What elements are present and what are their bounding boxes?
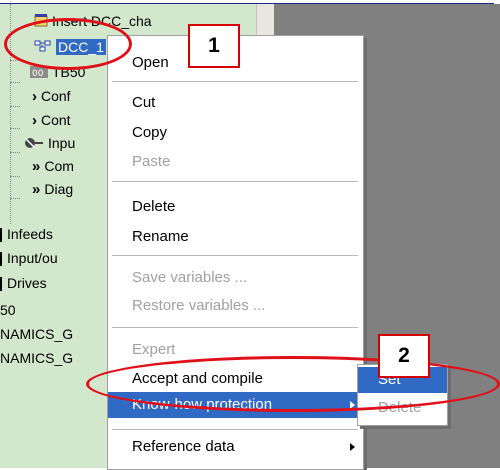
menu-item-save-variables[interactable]: Save variables ... [108, 265, 363, 291]
tree-branch [10, 106, 20, 107]
menu-item-rename[interactable]: Rename [108, 224, 363, 250]
menu-separator [112, 255, 358, 256]
tree-item-label: NAMICS_G [0, 326, 74, 342]
annotation-ellipse-1 [4, 18, 132, 70]
tree-branch [10, 82, 20, 83]
tree-item-conf[interactable]: › Conf [32, 85, 71, 107]
menu-item-delete[interactable]: Delete [108, 194, 363, 220]
tree-bar-icon [0, 252, 2, 267]
menu-separator [112, 81, 358, 82]
tree-item-label: Conf [41, 88, 71, 104]
tree-item-label: Infeeds [7, 226, 53, 242]
tree-item-50[interactable]: 50 [0, 299, 16, 321]
tree-item-com[interactable]: » Com [32, 155, 74, 177]
menu-item-restore-variables[interactable]: Restore variables ... [108, 293, 363, 319]
tree-bar-icon [0, 228, 2, 243]
tree-branch [10, 198, 20, 199]
tree-item-label: NAMICS_G [0, 350, 74, 366]
annotation-ellipse-2 [86, 356, 500, 412]
chevron-right-icon: › [32, 88, 37, 105]
tree-item-namics-2[interactable]: NAMICS_G [0, 347, 73, 369]
chevron-right-icon: › [32, 112, 37, 129]
tree-item-drives[interactable]: Drives [0, 272, 47, 294]
tree-item-label: Com [44, 158, 74, 174]
tree-branch [10, 152, 20, 153]
svg-text:00: 00 [32, 69, 44, 78]
callout-1: 1 [188, 24, 240, 68]
double-chevron-icon: » [32, 181, 41, 198]
menu-item-paste[interactable]: Paste [108, 149, 363, 175]
double-chevron-icon: » [32, 158, 41, 175]
menu-item-copy[interactable]: Copy [108, 120, 363, 146]
menu-item-cut[interactable]: Cut [108, 90, 363, 116]
menu-separator [112, 429, 358, 430]
tree-branch [10, 176, 20, 177]
callout-2: 2 [378, 334, 430, 378]
tree-item-label: Inpu [48, 135, 76, 151]
tree-item-label: Input/ou [7, 250, 58, 266]
tree-item-label: Drives [7, 275, 47, 291]
menu-separator [112, 327, 358, 328]
tree-item-diag[interactable]: » Diag [32, 178, 73, 200]
tree-item-label: Cont [41, 112, 71, 128]
connector-icon [24, 133, 44, 155]
tree-branch [10, 128, 20, 129]
tree-item-cont[interactable]: › Cont [32, 109, 71, 131]
tree-item-label: Diag [44, 181, 74, 197]
tree-item-infeeds[interactable]: Infeeds [0, 223, 53, 245]
submenu-arrow-icon [350, 443, 355, 451]
tree-item-input-output[interactable]: Input/ou [0, 247, 58, 269]
tree-item-label: 50 [0, 302, 16, 318]
menu-separator [112, 181, 358, 182]
tree-bar-icon [0, 277, 2, 292]
tree-item-namics-1[interactable]: NAMICS_G [0, 323, 73, 345]
tree-item-inpu[interactable]: Inpu [24, 132, 75, 154]
menu-item-reference-data[interactable]: Reference data [108, 434, 363, 460]
